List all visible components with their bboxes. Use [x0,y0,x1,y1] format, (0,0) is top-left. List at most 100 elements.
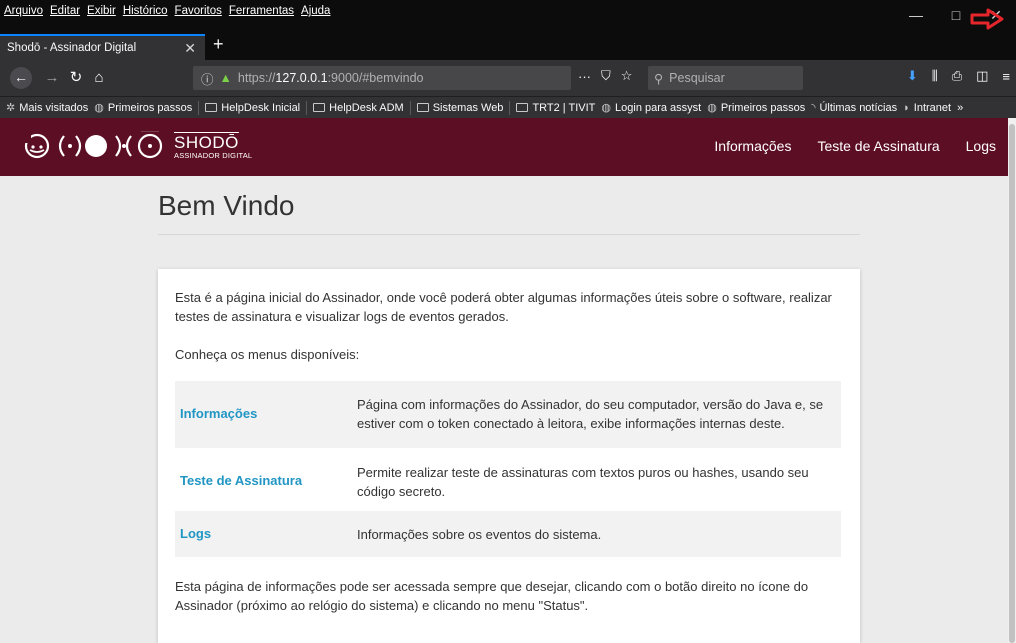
globe-icon: ◍ [707,102,717,114]
link-logs[interactable]: Logs [180,526,211,541]
bookmark-star-icon[interactable]: ☆ [621,68,633,84]
bookmark-label: HelpDesk ADM [329,101,404,114]
folder-icon [416,103,429,112]
info-icon[interactable]: ⓘ [201,69,214,88]
tab-shodo[interactable]: Shodō - Assinador Digital ✕ [0,34,205,60]
url-tools: ··· ⛉ ☆ [578,68,632,84]
bookmark-label: Últimas notícias [819,101,898,114]
forward-button[interactable]: → [42,68,62,88]
shodo-logo-icon [23,131,169,161]
link-informacoes[interactable]: Informações [180,406,257,421]
welcome-card: Esta é a página inicial do Assinador, on… [158,269,860,643]
download-icon[interactable]: ⬇ [907,68,918,84]
hamburger-menu-icon[interactable]: ≡ [1002,69,1010,84]
menu-ajuda[interactable]: Ajuda [301,5,330,17]
app-header: SHODŌ ASSINADOR DIGITAL Informações Test… [0,118,1008,176]
minimize-button[interactable]: — [896,7,936,23]
browser-menubar: Arquivo Editar Exibir Histórico Favorito… [0,0,1016,30]
bookmark-label: Intranet [913,101,952,114]
menu-ferramentas[interactable]: Ferramentas [229,5,294,17]
search-bar[interactable]: ⚲ Pesquisar [648,66,803,90]
page-actions-icon[interactable]: ··· [578,69,591,84]
menu-description: Permite realizar teste de assinaturas co… [357,465,809,499]
url-prefix: https:// [237,71,276,85]
url-rest: :9000/#bemvindo [327,71,424,85]
bookmark-mais-visitados[interactable]: ✲ Mais visitados [6,101,94,115]
bookmark-helpdesk-inicial[interactable]: HelpDesk Inicial [205,102,306,114]
url-bar[interactable]: ⓘ ▲ https:// 127.0.0.1 :9000/#bemvindo [193,66,571,90]
page-scrollbar[interactable] [1008,118,1016,643]
bookmark-label: Primeiros passos [720,101,806,114]
bookmarks-toolbar: ✲ Mais visitados ◍ Primeiros passos HelpDe… [0,96,1016,118]
folder-icon [205,103,218,112]
bookmarks-overflow-icon[interactable]: » [957,102,969,114]
lock-warning-icon[interactable]: ▲ [220,71,232,85]
reload-button[interactable]: ↻ [66,68,86,88]
bookmark-separator [198,100,200,115]
sidebar-icon[interactable]: ◫ [976,68,988,84]
nav-logs[interactable]: Logs [966,138,996,154]
menus-table: Informações Página com informações do As… [175,381,841,557]
table-row: Informações Página com informações do As… [175,381,841,448]
link-teste-assinatura[interactable]: Teste de Assinatura [180,473,302,488]
toolbar-right: ⬇ ⫼ ⎙ ◫ ≡ [907,68,1010,84]
menu-historico[interactable]: Histórico [123,5,168,17]
menu-description: Página com informações do Assinador, do … [357,397,824,431]
url-host: 127.0.0.1 [275,71,328,85]
bookmark-primeiros-passos-2[interactable]: ◍ Primeiros passos [707,101,811,115]
intro-text: Esta é a página inicial do Assinador, on… [175,290,832,324]
bookmark-separator [409,100,411,115]
title-divider [158,234,860,235]
menu-arquivo[interactable]: Arquivo [4,5,43,17]
pocket-icon[interactable]: ⛉ [601,68,611,84]
table-row: Teste de Assinatura Permite realizar tes… [175,448,841,511]
rss-icon: ◝ [811,102,816,114]
brand-name: SHODŌ [174,133,239,152]
globe-icon: ◍ [94,102,104,114]
bookmark-separator [306,100,308,115]
back-button[interactable]: ← [10,67,32,89]
bookmark-label: Mais visitados [19,101,89,114]
nav-informacoes[interactable]: Informações [714,138,791,154]
new-tab-button[interactable]: + [213,34,224,54]
home-button[interactable]: ⌂ [89,68,109,88]
scrollbar-thumb[interactable] [1009,124,1015,643]
folder-icon [313,103,326,112]
bookmark-label: Sistemas Web [432,101,504,114]
brand: SHODŌ ASSINADOR DIGITAL [174,134,252,160]
print-icon[interactable]: ⎙ [952,68,962,84]
bookmark-intranet[interactable]: ◗ Intranet [903,102,957,114]
page-viewport: SHODŌ ASSINADOR DIGITAL Informações Test… [0,118,1008,643]
table-row: Logs Informações sobre os eventos do sis… [175,511,841,557]
menu-list: Arquivo Editar Exibir Histórico Favorito… [4,5,330,17]
bookmark-login-assyst[interactable]: ◍ Login para assyst [601,101,707,115]
menu-editar[interactable]: Editar [50,5,80,17]
intranet-icon: ◗ [903,101,910,114]
search-icon: ⚲ [654,71,664,86]
gear-icon: ✲ [6,102,16,114]
brand-subtitle: ASSINADOR DIGITAL [174,151,253,160]
nav-teste-assinatura[interactable]: Teste de Assinatura [817,138,939,154]
bookmark-sistemas-web[interactable]: Sistemas Web [416,101,510,114]
folder-icon [516,103,529,112]
library-icon[interactable]: ⫼ [932,68,938,84]
app-nav: Informações Teste de Assinatura Logs [714,138,996,154]
bookmark-primeiros-passos[interactable]: ◍ Primeiros passos [94,101,198,115]
bookmark-label: Login para assyst [615,101,702,114]
navigation-toolbar: ← → ↻ ⌂ ⓘ ▲ https:// 127.0.0.1 :9000/#be… [0,60,1016,96]
menus-label: Conheça os menus disponíveis: [175,347,360,362]
bookmark-separator [509,100,511,115]
tab-close-icon[interactable]: ✕ [184,40,196,57]
bookmark-label: Primeiros passos [107,101,193,114]
search-placeholder: Pesquisar [669,71,725,85]
bookmark-ultimas-noticias[interactable]: ◝ Últimas notícias [811,101,903,115]
menu-description: Informações sobre os eventos do sistema. [357,527,602,542]
bookmark-helpdesk-adm[interactable]: HelpDesk ADM [313,102,410,114]
tab-title: Shodō - Assinador Digital [7,42,137,54]
page-title: Bem Vindo [158,190,295,221]
menu-exibir[interactable]: Exibir [87,5,116,17]
footer-note: Esta página de informações pode ser aces… [175,579,809,613]
menu-favoritos[interactable]: Favoritos [175,5,222,17]
bookmark-label: TRT2 | TIVIT [532,101,596,114]
bookmark-trt2-tivit[interactable]: TRT2 | TIVIT [516,102,601,114]
